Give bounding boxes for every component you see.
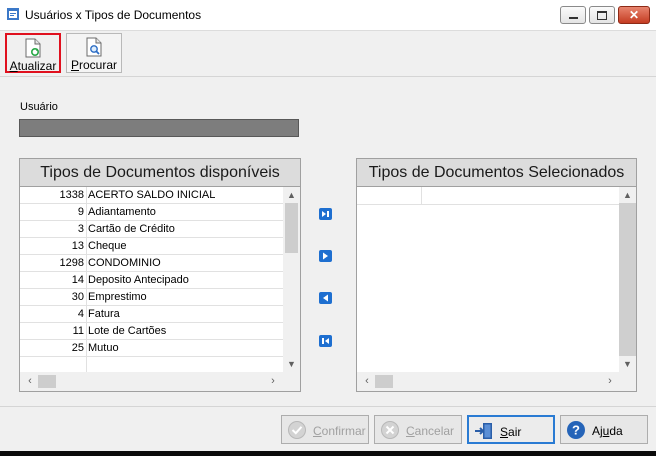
item-code: 4 xyxy=(77,308,84,320)
close-button[interactable]: ✕ xyxy=(618,6,650,24)
list-item[interactable]: 13 Cheque xyxy=(20,238,283,255)
close-icon: ✕ xyxy=(628,8,640,22)
selected-vertical-scrollbar[interactable]: ▲ ▼ xyxy=(619,187,636,372)
list-item[interactable]: 3 Cartão de Crédito xyxy=(20,221,283,238)
item-name: Emprestimo xyxy=(88,291,147,303)
available-header: Tipos de Documentos disponíveis xyxy=(20,159,300,187)
available-horizontal-scrollbar[interactable]: ‹ › xyxy=(20,372,283,391)
item-code: 3 xyxy=(77,223,84,235)
list-item[interactable]: 1298 CONDOMINIO xyxy=(20,255,283,272)
scroll-up-icon[interactable]: ▲ xyxy=(619,187,636,203)
scroll-left-icon[interactable]: ‹ xyxy=(359,372,375,391)
item-name: Cartão de Crédito xyxy=(88,223,175,235)
scroll-thumb[interactable] xyxy=(38,375,56,388)
list-item[interactable]: 1338 ACERTO SALDO INICIAL xyxy=(20,187,283,204)
cancel-circle-icon xyxy=(381,421,399,439)
move-left-icon xyxy=(323,294,328,302)
scroll-right-icon[interactable]: › xyxy=(265,372,281,391)
check-circle-icon xyxy=(288,421,306,439)
exit-button[interactable]: Sair xyxy=(467,415,555,444)
user-field[interactable] xyxy=(19,119,299,137)
item-code: 13 xyxy=(71,240,84,252)
refresh-label: Atualizar xyxy=(9,59,57,73)
search-button[interactable]: Procurar xyxy=(66,33,122,73)
scroll-up-icon[interactable]: ▲ xyxy=(283,187,300,203)
move-all-left-button[interactable] xyxy=(319,335,332,347)
item-code: 11 xyxy=(72,325,84,337)
item-name: CONDOMINIO xyxy=(88,257,161,269)
scroll-thumb[interactable] xyxy=(285,203,298,253)
scroll-down-icon[interactable]: ▼ xyxy=(283,356,300,372)
cancel-button[interactable]: Cancelar xyxy=(374,415,462,444)
item-name: Lote de Cartões xyxy=(88,325,167,337)
item-code: 30 xyxy=(71,291,84,303)
list-item[interactable] xyxy=(357,187,619,205)
footer-divider xyxy=(0,406,656,407)
selected-header: Tipos de Documentos Selecionados xyxy=(357,159,636,187)
move-all-left-icon xyxy=(322,338,329,344)
list-item[interactable]: 14 Deposito Antecipado xyxy=(20,272,283,289)
item-name: Cheque xyxy=(88,240,127,252)
list-item[interactable]: 9 Adiantamento xyxy=(20,204,283,221)
scroll-corner xyxy=(619,372,636,391)
minimize-icon xyxy=(561,7,585,23)
confirm-button[interactable]: Confirmar xyxy=(281,415,369,444)
item-code: 1298 xyxy=(59,257,84,269)
selected-list[interactable] xyxy=(357,187,619,372)
title-bar: Usuários x Tipos de Documentos ✕ xyxy=(0,0,656,31)
move-right-icon xyxy=(323,252,328,260)
scroll-right-icon[interactable]: › xyxy=(602,372,618,391)
window-title: Usuários x Tipos de Documentos xyxy=(25,8,202,22)
item-name: Adiantamento xyxy=(88,206,156,218)
toolbar: Atualizar Procurar xyxy=(0,30,656,77)
refresh-document-icon xyxy=(25,38,41,58)
scroll-thumb[interactable] xyxy=(375,375,393,388)
cancel-label: Cancelar xyxy=(406,424,455,438)
move-left-button[interactable] xyxy=(319,292,332,304)
item-code: 14 xyxy=(71,274,84,286)
main-window: Usuários x Tipos de Documentos ✕ Atualiz… xyxy=(0,0,656,456)
help-label: Ajuda xyxy=(592,424,623,438)
selected-horizontal-scrollbar[interactable]: ‹ › xyxy=(357,372,620,391)
exit-label: Sair xyxy=(500,425,522,439)
search-document-icon xyxy=(86,37,102,57)
item-name: Mutuo xyxy=(88,342,119,354)
list-item[interactable]: 25 Mutuo xyxy=(20,340,283,357)
available-vertical-scrollbar[interactable]: ▲ ▼ xyxy=(283,187,300,372)
move-all-right-button[interactable] xyxy=(319,208,332,220)
list-item[interactable]: 4 Fatura xyxy=(20,306,283,323)
maximize-icon xyxy=(590,7,614,23)
confirm-label: Confirmar xyxy=(313,424,366,438)
svg-text:?: ? xyxy=(572,423,580,438)
item-code: 1338 xyxy=(59,189,84,201)
item-name: Fatura xyxy=(88,308,120,320)
exit-door-icon xyxy=(475,423,492,439)
scroll-corner xyxy=(283,372,300,391)
user-label: Usuário xyxy=(20,101,58,113)
list-item[interactable]: 11 Lote de Cartões xyxy=(20,323,283,340)
move-all-right-icon xyxy=(322,211,329,217)
search-label: Procurar xyxy=(70,58,118,72)
maximize-button[interactable] xyxy=(589,6,615,24)
item-name: Deposito Antecipado xyxy=(88,274,189,286)
bottom-edge xyxy=(0,451,656,456)
minimize-button[interactable] xyxy=(560,6,586,24)
available-list[interactable]: 1338 ACERTO SALDO INICIAL 9 Adiantamento 3 Ca… xyxy=(20,187,283,372)
scroll-left-icon[interactable]: ‹ xyxy=(22,372,38,391)
help-question-icon: ? xyxy=(567,421,585,439)
app-window-icon xyxy=(7,8,19,20)
item-name: ACERTO SALDO INICIAL xyxy=(88,189,216,201)
scroll-down-icon[interactable]: ▼ xyxy=(619,356,636,372)
list-item[interactable] xyxy=(20,357,283,372)
available-panel: Tipos de Documentos disponíveis 1338 ACER… xyxy=(19,158,301,392)
help-button[interactable]: ? Ajuda xyxy=(560,415,648,444)
item-code: 9 xyxy=(77,206,84,218)
move-right-button[interactable] xyxy=(319,250,332,262)
item-code: 25 xyxy=(71,342,84,354)
list-item[interactable]: 30 Emprestimo xyxy=(20,289,283,306)
refresh-button[interactable]: Atualizar xyxy=(5,33,61,73)
selected-panel: Tipos de Documentos Selecionados ▲ ▼ ‹ › xyxy=(356,158,637,392)
